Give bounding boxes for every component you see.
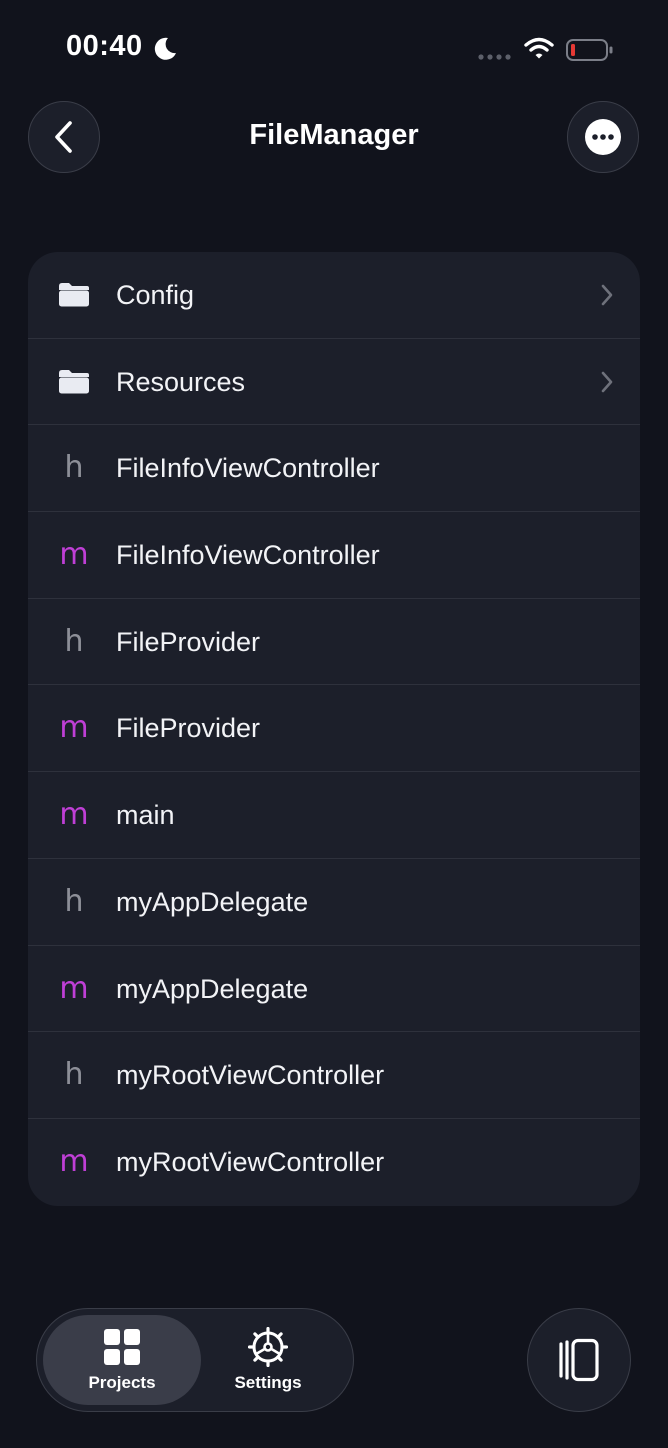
wifi-icon [524,37,554,59]
file-name: Config [116,280,195,310]
list-item[interactable]: m myRootViewController [28,1119,640,1206]
list-item[interactable]: m myAppDelegate [28,946,640,1033]
gear-icon [248,1327,288,1367]
back-button[interactable] [28,101,100,173]
implementation-file-icon: m [56,772,92,858]
list-item[interactable]: Resources [28,339,640,426]
chevron-right-icon [601,284,613,306]
list-item[interactable]: m FileProvider [28,685,640,773]
file-type-glyph: m [59,970,89,1006]
chevron-left-icon [55,121,72,153]
header-file-icon: h [56,599,92,685]
implementation-file-icon: m [56,946,92,1032]
file-list: Config Resources h FileInfoViewController m F… [28,252,640,1206]
tab-settings[interactable]: Settings [189,1315,347,1405]
file-name: myAppDelegate [116,886,309,917]
folder-icon [56,252,92,338]
list-item[interactable]: h FileProvider [28,599,640,686]
file-name: myRootViewController [116,1060,385,1091]
tab-projects[interactable]: Projects [43,1315,201,1405]
file-type-glyph: h [64,883,84,919]
folder-icon-shape [59,283,89,307]
file-type-glyph: h [64,1057,84,1093]
status-time: 00:40 [66,30,143,62]
file-name: FileProvider [116,626,261,657]
file-name: Resources [116,366,246,397]
folder-icon-shape [59,369,89,394]
header-file-icon: h [56,859,92,945]
list-item[interactable]: h myAppDelegate [28,859,640,946]
file-name: FileProvider [116,713,261,744]
file-type-glyph: m [59,710,89,746]
implementation-file-icon: m [56,1119,92,1205]
more-button[interactable] [567,101,639,173]
grid-icon [104,1329,140,1365]
file-type-glyph: h [64,623,84,659]
tab-bar: Projects Settings [36,1308,354,1412]
file-name: main [116,800,175,831]
list-item[interactable]: Config [28,252,640,339]
list-item[interactable]: h FileInfoViewController [28,425,640,513]
list-item[interactable]: m main [28,772,640,859]
file-type-glyph: m [59,797,89,833]
file-name: FileInfoViewController [116,453,380,484]
implementation-file-icon: m [56,512,92,598]
folder-icon [56,339,92,425]
file-name: myAppDelegate [116,973,309,1004]
ellipsis-circle-icon [585,119,621,155]
file-name: FileInfoViewController [116,540,380,571]
list-item[interactable]: m FileInfoViewController [28,512,640,599]
implementation-file-icon: m [56,685,92,771]
moon-icon [154,37,176,60]
status-bar: 00:40 [0,0,668,100]
panels-icon [559,1338,599,1382]
tab-settings-label: Settings [234,1373,302,1392]
page-title: FileManager [249,119,419,151]
signal-icon [478,54,511,60]
panels-button[interactable] [527,1308,631,1412]
header-file-icon: h [56,425,92,511]
file-name: myRootViewController [116,1146,385,1177]
file-type-glyph: h [64,450,84,486]
file-type-glyph: m [59,1143,89,1179]
chevron-right-icon [601,371,613,392]
battery-low-icon [566,39,613,61]
list-item[interactable]: h myRootViewController [28,1032,640,1119]
tab-projects-label: Projects [88,1373,156,1392]
file-type-glyph: m [59,537,89,573]
header-file-icon: h [56,1032,92,1118]
